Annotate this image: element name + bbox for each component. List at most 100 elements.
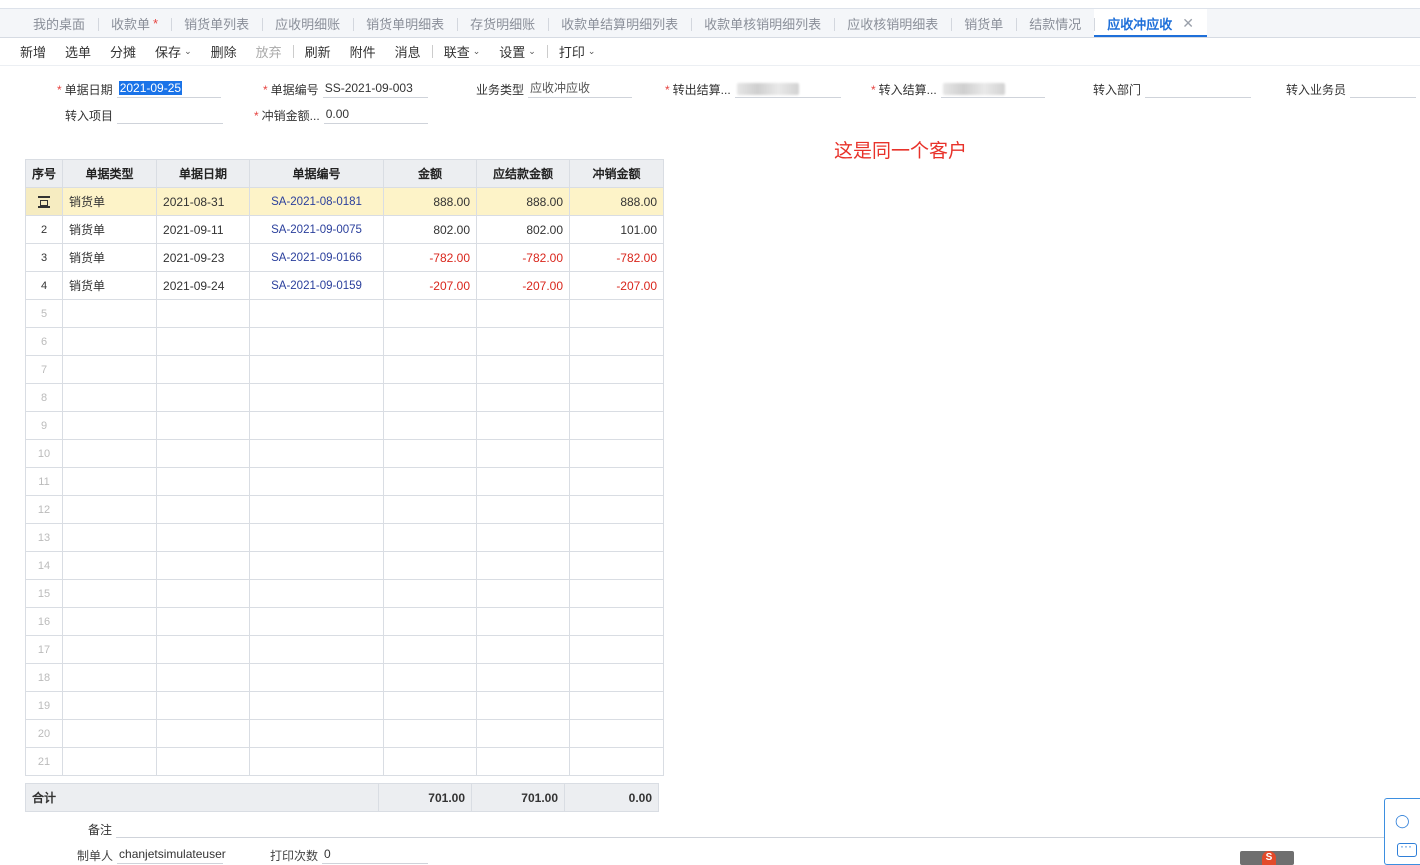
- table-row[interactable]: 3 销货单 2021-09-23 SA-2021-09-0166 -782.00 -782…: [24, 243, 665, 272]
- empty-cell[interactable]: [569, 411, 665, 440]
- cell-writeoff[interactable]: -207.00: [569, 271, 665, 300]
- cell-type[interactable]: 销货单: [62, 243, 158, 272]
- empty-cell[interactable]: [62, 663, 158, 692]
- close-icon[interactable]: ✕: [1182, 15, 1194, 32]
- empty-cell[interactable]: [249, 327, 385, 356]
- empty-cell[interactable]: [569, 551, 665, 580]
- refresh-button[interactable]: 刷新: [305, 42, 331, 61]
- empty-cell[interactable]: [62, 579, 158, 608]
- cell-type[interactable]: 销货单: [62, 215, 158, 244]
- empty-cell[interactable]: [62, 439, 158, 468]
- empty-cell[interactable]: [62, 327, 158, 356]
- empty-cell[interactable]: [569, 747, 665, 776]
- empty-cell[interactable]: [62, 691, 158, 720]
- column-header[interactable]: 冲销金额: [569, 159, 665, 188]
- table-row[interactable]: 12: [24, 495, 665, 524]
- empty-cell[interactable]: [476, 411, 571, 440]
- empty-cell[interactable]: [156, 355, 251, 384]
- tab-4[interactable]: 销货单明细表: [353, 9, 457, 37]
- user-icon[interactable]: ◯: [1395, 813, 1410, 829]
- cell-due[interactable]: 888.00: [476, 187, 571, 216]
- empty-cell[interactable]: [156, 411, 251, 440]
- save-button[interactable]: 保存 ⌄: [155, 42, 192, 61]
- cell-date[interactable]: 2021-09-11: [156, 215, 251, 244]
- discard-button[interactable]: 放弃: [256, 42, 282, 61]
- empty-cell[interactable]: [569, 579, 665, 608]
- column-header[interactable]: 金额: [383, 159, 478, 188]
- empty-cell[interactable]: [156, 579, 251, 608]
- tab-10[interactable]: 结款情况: [1016, 9, 1094, 37]
- empty-cell[interactable]: [249, 355, 385, 384]
- empty-cell[interactable]: [476, 691, 571, 720]
- empty-cell[interactable]: [569, 663, 665, 692]
- table-row[interactable]: 10: [24, 439, 665, 468]
- message-button[interactable]: 消息: [395, 42, 421, 61]
- new-button[interactable]: 新增: [20, 42, 46, 61]
- empty-cell[interactable]: [476, 299, 571, 328]
- table-row[interactable]: 18: [24, 663, 665, 692]
- empty-cell[interactable]: [383, 551, 478, 580]
- empty-cell[interactable]: [569, 355, 665, 384]
- empty-cell[interactable]: [62, 551, 158, 580]
- empty-cell[interactable]: [249, 747, 385, 776]
- empty-cell[interactable]: [383, 607, 478, 636]
- tab-5[interactable]: 存货明细账: [457, 9, 548, 37]
- empty-cell[interactable]: [476, 327, 571, 356]
- empty-cell[interactable]: [476, 383, 571, 412]
- empty-cell[interactable]: [383, 355, 478, 384]
- cell-type[interactable]: 销货单: [62, 271, 158, 300]
- tab-0[interactable]: 我的桌面: [20, 9, 98, 37]
- biz-type-select[interactable]: 应收冲应收: [528, 80, 633, 98]
- empty-cell[interactable]: [249, 383, 385, 412]
- transfer-in-dept-input[interactable]: [1145, 80, 1252, 98]
- empty-cell[interactable]: [383, 635, 478, 664]
- empty-cell[interactable]: [383, 299, 478, 328]
- writeoff-amount-input[interactable]: 0.00: [323, 106, 428, 124]
- table-row[interactable]: 21: [24, 747, 665, 776]
- column-header[interactable]: 单据日期: [156, 159, 251, 188]
- settings-button[interactable]: 设置 ⌄: [499, 42, 536, 61]
- empty-cell[interactable]: [62, 299, 158, 328]
- empty-cell[interactable]: [62, 635, 158, 664]
- tab-2[interactable]: 销货单列表: [171, 9, 262, 37]
- empty-cell[interactable]: [249, 635, 385, 664]
- table-row[interactable]: 销货单 2021-08-31 SA-2021-08-0181 888.00 888.00…: [24, 187, 665, 216]
- empty-cell[interactable]: [383, 691, 478, 720]
- table-row[interactable]: 2 销货单 2021-09-11 SA-2021-09-0075 802.00 802.0…: [24, 215, 665, 244]
- empty-cell[interactable]: [569, 691, 665, 720]
- empty-cell[interactable]: [569, 327, 665, 356]
- empty-cell[interactable]: [62, 355, 158, 384]
- cell-amount[interactable]: -207.00: [383, 271, 478, 300]
- ime-status-icon[interactable]: S: [1240, 851, 1294, 865]
- tab-11[interactable]: 应收冲应收 ✕: [1094, 9, 1207, 37]
- empty-cell[interactable]: [62, 467, 158, 496]
- empty-cell[interactable]: [249, 467, 385, 496]
- transfer-out-input[interactable]: [734, 80, 841, 98]
- table-row[interactable]: 9: [24, 411, 665, 440]
- empty-cell[interactable]: [62, 747, 158, 776]
- empty-cell[interactable]: [156, 467, 251, 496]
- empty-cell[interactable]: [476, 495, 571, 524]
- empty-cell[interactable]: [476, 523, 571, 552]
- cell-type[interactable]: 销货单: [62, 187, 158, 216]
- tab-9[interactable]: 销货单: [951, 9, 1016, 37]
- allocate-button[interactable]: 分摊: [110, 42, 136, 61]
- empty-cell[interactable]: [476, 355, 571, 384]
- empty-cell[interactable]: [569, 495, 665, 524]
- empty-cell[interactable]: [156, 663, 251, 692]
- cell-amount[interactable]: 802.00: [383, 215, 478, 244]
- empty-cell[interactable]: [249, 579, 385, 608]
- cell-date[interactable]: 2021-09-23: [156, 243, 251, 272]
- table-row[interactable]: 15: [24, 579, 665, 608]
- cell-writeoff[interactable]: 888.00: [569, 187, 665, 216]
- empty-cell[interactable]: [383, 327, 478, 356]
- empty-cell[interactable]: [62, 523, 158, 552]
- empty-cell[interactable]: [383, 747, 478, 776]
- doc-no-input[interactable]: SS-2021-09-003: [322, 80, 428, 98]
- delete-button[interactable]: 删除: [211, 42, 237, 61]
- chat-icon[interactable]: [1397, 839, 1417, 857]
- remark-input[interactable]: [116, 820, 1388, 838]
- cell-date[interactable]: 2021-09-24: [156, 271, 251, 300]
- tab-6[interactable]: 收款单结算明细列表: [548, 9, 691, 37]
- empty-cell[interactable]: [383, 383, 478, 412]
